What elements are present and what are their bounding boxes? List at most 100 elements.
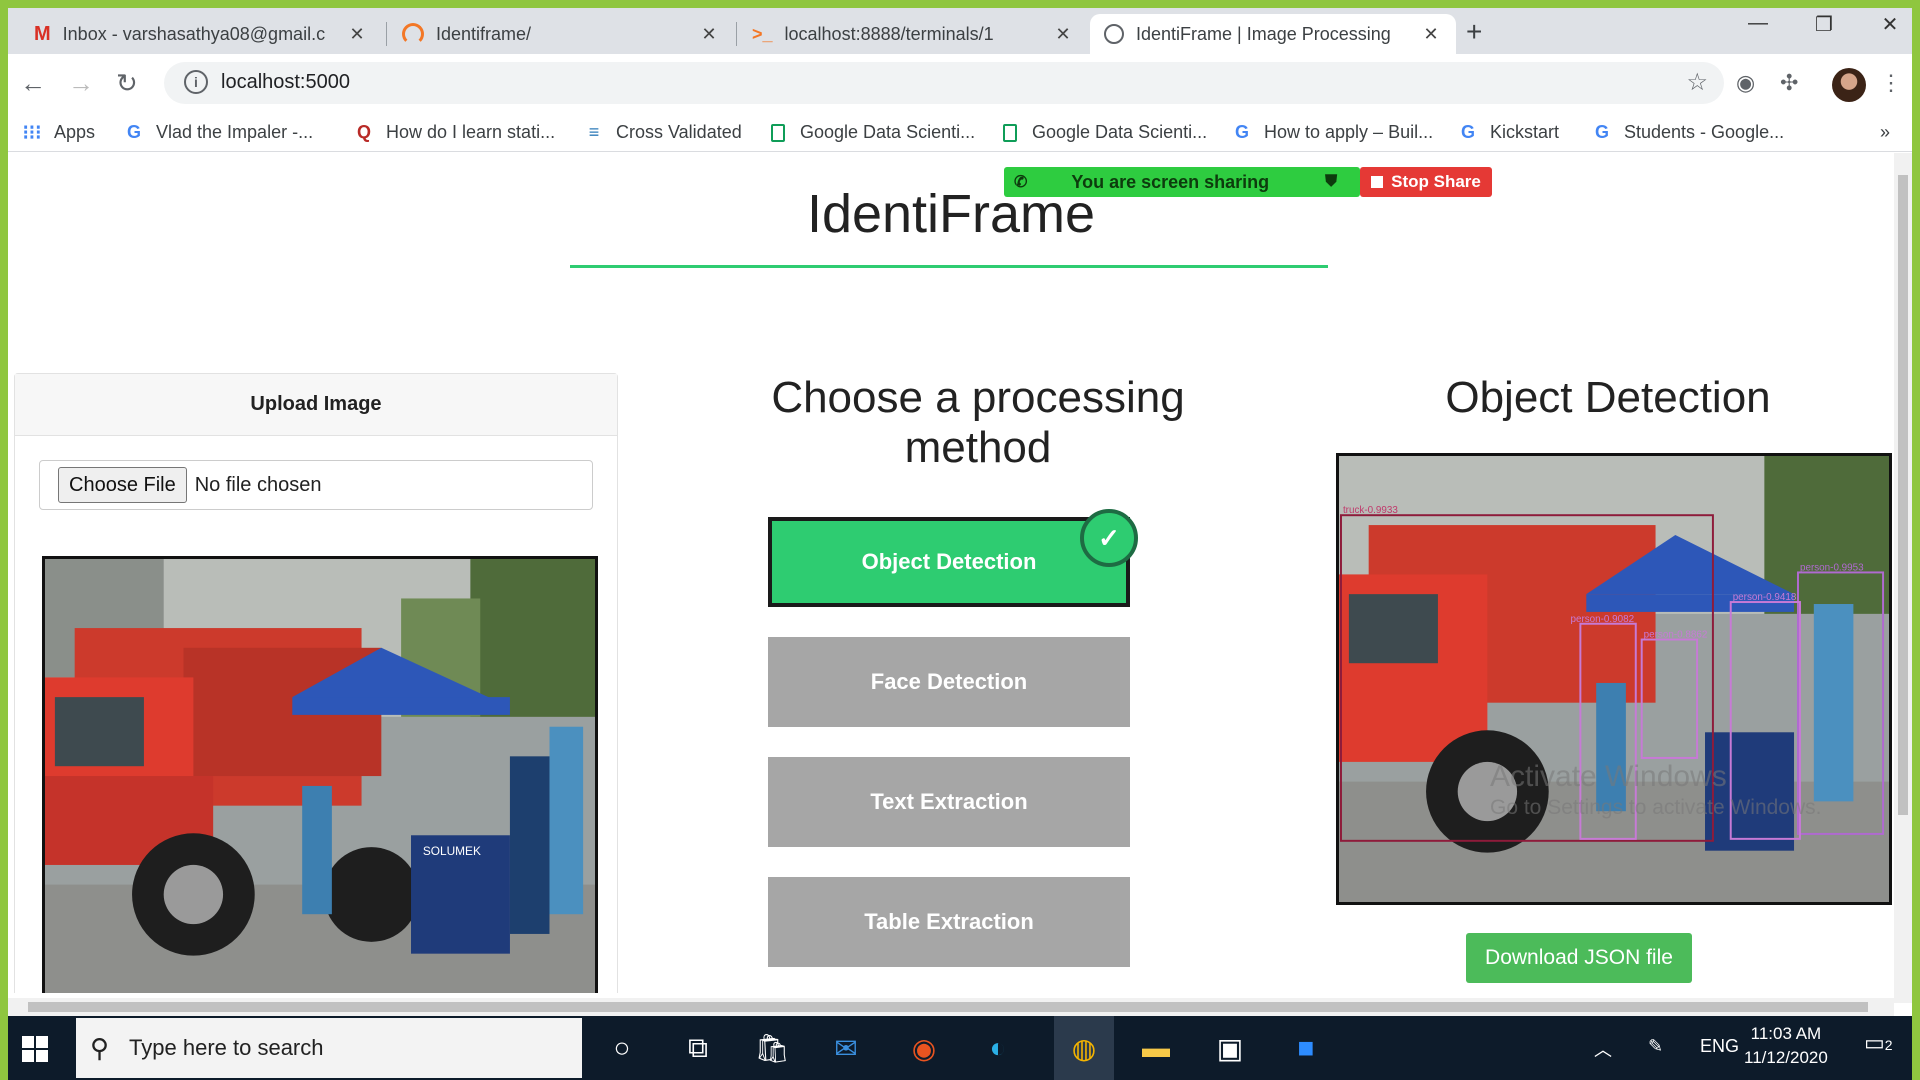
zoom-icon[interactable]: ■ <box>1286 1028 1326 1068</box>
detection-label: person-0.9418 <box>1733 592 1797 603</box>
stop-share-button[interactable]: Stop Share <box>1360 167 1492 197</box>
upload-card-header: Upload Image <box>15 374 617 436</box>
mail-icon[interactable]: ✉ <box>826 1028 866 1068</box>
tab-image-processing[interactable]: IdentiFrame | Image Processing ✕ <box>1090 14 1456 54</box>
bookmark-label: Google Data Scienti... <box>800 122 976 142</box>
detection-illustration: truck-0.9933 person-0.9953 person-0.9418… <box>1339 456 1889 902</box>
bookmark-cross-validated[interactable]: ≡ Cross Validated <box>584 122 742 143</box>
notification-count: 2 <box>1884 1037 1893 1053</box>
tab-title: Identiframe/ <box>436 23 532 44</box>
language-indicator[interactable]: ENG <box>1700 1036 1739 1057</box>
taskbar-clock[interactable]: 11:03 AM 11/12/2020 <box>1744 1022 1828 1070</box>
cortana-icon[interactable]: ○ <box>602 1028 642 1068</box>
bookmark-apps[interactable]: ⁝⁝⁝ Apps <box>22 122 96 144</box>
store-icon[interactable]: 🛍 <box>752 1028 792 1068</box>
reload-icon[interactable]: ↻ <box>116 68 138 99</box>
table-extraction-button[interactable]: Table Extraction <box>768 877 1130 967</box>
taskbar-search[interactable]: ⚲ Type here to search <box>76 1018 582 1078</box>
forward-icon[interactable]: → <box>68 68 94 99</box>
google-icon: G <box>1460 122 1475 142</box>
bookmark-how-to-apply[interactable]: G How to apply – Buil... <box>1232 122 1433 143</box>
globe-icon <box>1104 24 1124 44</box>
close-tab-icon[interactable]: ✕ <box>346 24 368 45</box>
close-tab-icon[interactable]: ✕ <box>1420 24 1442 45</box>
detection-result-image: truck-0.9933 person-0.9953 person-0.9418… <box>1336 453 1892 905</box>
close-window-icon[interactable]: ✕ <box>1860 12 1912 37</box>
bookmark-label: How to apply – Buil... <box>1264 122 1434 142</box>
gmail-icon: M <box>34 22 51 45</box>
tab-identiframe-jupyter[interactable]: Identiframe/ ✕ <box>388 14 734 54</box>
extension-circle-icon[interactable]: ◉ <box>1736 70 1755 96</box>
bookmark-students[interactable]: G Students - Google... <box>1592 122 1784 143</box>
bookmark-label: Apps <box>54 122 96 142</box>
tab-title: localhost:8888/terminals/1 <box>784 23 994 44</box>
scrollbar-thumb[interactable] <box>28 1002 1868 1012</box>
restore-icon[interactable]: ❐ <box>1794 12 1854 37</box>
windows-start-icon[interactable] <box>22 1036 48 1062</box>
quora-icon: Q <box>356 122 371 142</box>
bookmark-label: Vlad the Impaler -... <box>156 122 314 142</box>
terminal-app-icon[interactable]: ▣ <box>1210 1028 1250 1068</box>
horizontal-scrollbar[interactable] <box>8 998 1894 1016</box>
watermark-line-1: Activate Windows <box>1490 760 1727 793</box>
menu-kebab-icon[interactable]: ⋮ <box>1880 70 1902 96</box>
minimize-icon[interactable]: — <box>1728 12 1788 35</box>
apps-grid-icon: ⁝⁝⁝ <box>22 122 42 144</box>
phone-icon: ✆ <box>1014 174 1028 191</box>
tab-terminal[interactable]: >_ localhost:8888/terminals/1 ✕ <box>738 14 1088 54</box>
vertical-scrollbar[interactable] <box>1894 153 1912 1003</box>
choose-file-button[interactable]: Choose File <box>58 467 187 503</box>
profile-avatar[interactable] <box>1832 68 1866 102</box>
chrome-icon[interactable]: ◍ <box>1064 1028 1104 1068</box>
doc-icon <box>1000 123 1020 143</box>
back-icon[interactable]: ← <box>20 68 46 99</box>
detection-label: person-0.9082 <box>1570 614 1634 625</box>
site-info-icon[interactable]: i <box>184 70 208 94</box>
scrollbar-thumb[interactable] <box>1898 175 1908 815</box>
new-tab-button[interactable]: + <box>1466 16 1482 48</box>
selected-check-icon: ✓ <box>1080 509 1138 567</box>
windows-taskbar: ⚲ Type here to search ○ ⧉ 🛍 ✉ ◉ ◐ ◍ ▬ ▣ … <box>8 1016 1912 1080</box>
extensions-puzzle-icon[interactable]: ✣ <box>1780 70 1798 96</box>
file-input[interactable]: Choose File No file chosen <box>39 460 593 510</box>
close-tab-icon[interactable]: ✕ <box>698 24 720 45</box>
bookmark-google-data-2[interactable]: Google Data Scienti... <box>1000 122 1207 143</box>
uploaded-image-preview: SOLUMEK <box>42 556 598 993</box>
bookmark-vlad[interactable]: G Vlad the Impaler -... <box>124 122 313 143</box>
jupyter-icon <box>402 23 424 45</box>
tab-gmail[interactable]: M Inbox - varshasathya08@gmail.c ✕ <box>20 14 382 54</box>
close-tab-icon[interactable]: ✕ <box>1052 24 1074 45</box>
bookmark-quora[interactable]: Q How do I learn stati... <box>354 122 555 143</box>
scene-illustration: SOLUMEK <box>45 559 595 993</box>
browser-toolbar: ← → ↻ i localhost:5000 ☆ ◉ ✣ ⋮ <box>8 54 1912 114</box>
bookmark-label: Google Data Scienti... <box>1032 122 1208 142</box>
object-detection-button[interactable]: Object Detection <box>768 517 1130 607</box>
edge-icon[interactable]: ◐ <box>978 1028 1018 1068</box>
bookmark-star-icon[interactable]: ☆ <box>1686 68 1708 97</box>
taskbar-search-placeholder: Type here to search <box>129 1035 324 1060</box>
face-detection-button[interactable]: Face Detection <box>768 637 1130 727</box>
google-icon: G <box>126 122 141 142</box>
detection-label: person-0.9953 <box>1800 562 1864 573</box>
activate-windows-watermark: Activate Windows Go to Settings to activ… <box>1490 760 1822 820</box>
result-heading: Object Detection <box>1445 373 1771 422</box>
tray-chevron-icon[interactable]: ︿ <box>1594 1036 1612 1062</box>
url-text[interactable]: localhost:5000 <box>221 71 350 94</box>
file-explorer-icon[interactable]: ▬ <box>1136 1028 1176 1068</box>
notification-icon[interactable]: ▭2 <box>1864 1030 1893 1056</box>
screen-share-banner: ✆ You are screen sharing ⛊ <box>1004 167 1360 197</box>
detection-label: truck-0.9933 <box>1343 505 1398 516</box>
address-bar[interactable]: i localhost:5000 ☆ <box>164 62 1724 104</box>
ubuntu-icon[interactable]: ◉ <box>904 1028 944 1068</box>
bookmark-kickstart[interactable]: G Kickstart <box>1458 122 1559 143</box>
bookmark-google-data-1[interactable]: Google Data Scienti... <box>768 122 975 143</box>
download-json-button[interactable]: Download JSON file <box>1466 933 1692 983</box>
bookmark-label: How do I learn stati... <box>386 122 556 142</box>
tab-strip: M Inbox - varshasathya08@gmail.c ✕ Ident… <box>8 8 1912 54</box>
notification-glyph: ▭ <box>1864 1030 1885 1055</box>
pen-icon[interactable]: ✎ <box>1648 1036 1663 1057</box>
text-extraction-button[interactable]: Text Extraction <box>768 757 1130 847</box>
stackexchange-icon: ≡ <box>588 122 600 142</box>
bookmarks-overflow-icon[interactable]: » <box>1880 122 1890 143</box>
task-view-icon[interactable]: ⧉ <box>678 1028 718 1068</box>
